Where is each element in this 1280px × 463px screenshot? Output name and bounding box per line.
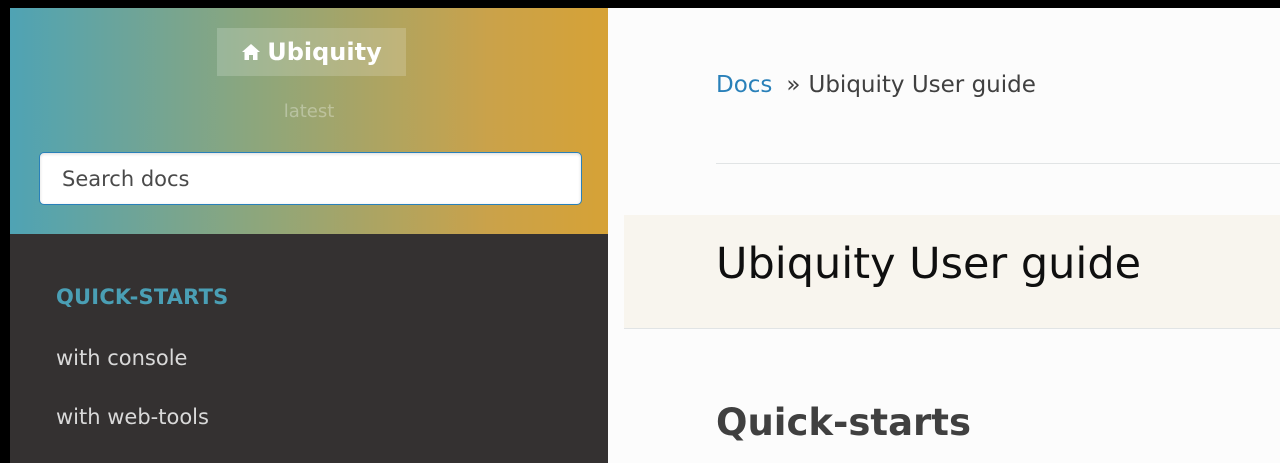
breadcrumb-current: Ubiquity User guide bbox=[808, 72, 1036, 98]
main-content: Docs » Ubiquity User guide Ubiquity User g… bbox=[608, 8, 1280, 463]
brand-home-link[interactable]: Ubiquity bbox=[217, 28, 406, 76]
page-title: Ubiquity User guide bbox=[716, 239, 1142, 289]
divider bbox=[716, 163, 1280, 164]
search-input[interactable] bbox=[39, 152, 582, 205]
breadcrumb-separator: » bbox=[786, 72, 801, 98]
brand-label: Ubiquity bbox=[267, 38, 382, 66]
home-icon bbox=[241, 29, 261, 77]
title-band: Ubiquity User guide bbox=[624, 215, 1280, 329]
section-heading-quick-starts: Quick-starts bbox=[716, 401, 972, 444]
sidebar: Ubiquity latest QUICK-STARTS with consol… bbox=[10, 8, 608, 463]
sidebar-item-with-console[interactable]: with console bbox=[56, 344, 187, 372]
version-label: latest bbox=[283, 101, 335, 122]
nav-caption-quick-starts: QUICK-STARTS bbox=[56, 285, 229, 309]
sidebar-header: Ubiquity latest bbox=[10, 8, 608, 234]
breadcrumb: Docs » Ubiquity User guide bbox=[716, 72, 1036, 98]
sidebar-item-with-web-tools[interactable]: with web-tools bbox=[56, 403, 209, 431]
docs-window: Ubiquity latest QUICK-STARTS with consol… bbox=[10, 8, 1280, 463]
breadcrumb-docs-link[interactable]: Docs bbox=[716, 72, 772, 98]
